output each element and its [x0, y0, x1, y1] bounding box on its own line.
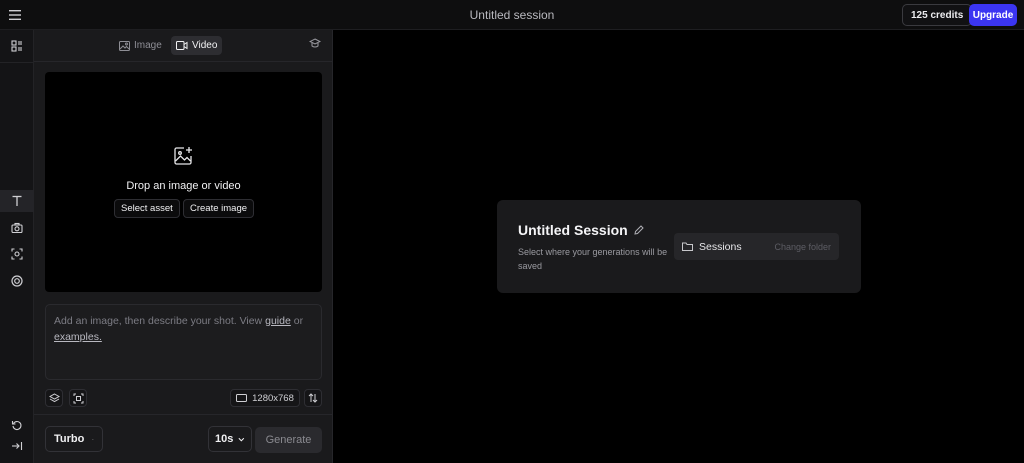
footer-divider: [34, 414, 333, 415]
session-card: Untitled Session Select where your gener…: [497, 200, 861, 293]
tab-image[interactable]: Image: [114, 36, 167, 55]
top-bar: Untitled session 125 credits Upgrade: [0, 0, 1024, 30]
tab-video-label: Video: [192, 40, 218, 51]
model-select[interactable]: Turbo: [45, 426, 103, 452]
generate-button[interactable]: Generate: [255, 427, 322, 453]
folder-selector[interactable]: Sessions Change folder: [674, 233, 839, 260]
session-subtitle: Select where your generations will be sa…: [518, 247, 668, 271]
drop-zone[interactable]: Drop an image or video Select asset Crea…: [45, 72, 322, 292]
camera-icon[interactable]: [0, 217, 34, 239]
resolution-button[interactable]: 1280x768: [230, 389, 300, 407]
select-asset-button[interactable]: Select asset: [114, 199, 180, 218]
session-card-title: Untitled Session: [518, 222, 644, 238]
undo-icon[interactable]: [0, 414, 34, 436]
examples-link[interactable]: examples.: [54, 331, 102, 343]
prompt-input[interactable]: Add an image, then describe your shot. V…: [45, 304, 322, 380]
prompt-or: or: [290, 315, 304, 327]
session-name: Untitled Session: [518, 222, 628, 238]
add-image-icon: [173, 146, 193, 169]
prompt-placeholder: Add an image, then describe your shot. V…: [54, 315, 266, 327]
chevron-down-icon: [92, 438, 94, 440]
mode-tabs: Image Video: [34, 30, 333, 62]
aspect-ratio-icon: [236, 394, 248, 402]
folder-icon: [682, 242, 693, 251]
duration-label: 10s: [215, 433, 234, 445]
swap-icon[interactable]: [304, 389, 322, 407]
rail-divider: [0, 62, 34, 63]
lifebuoy-icon[interactable]: [0, 270, 34, 292]
guide-link[interactable]: guide: [265, 315, 291, 327]
upgrade-button[interactable]: Upgrade: [969, 4, 1017, 26]
folder-name: Sessions: [699, 240, 742, 253]
duration-select[interactable]: 10s: [208, 426, 252, 452]
layers-icon[interactable]: [45, 389, 63, 407]
left-panel: Image Video Drop an image or video Selec…: [34, 30, 333, 463]
layout-icon[interactable]: [0, 35, 34, 57]
drop-label: Drop an image or video: [126, 180, 241, 192]
scan-icon[interactable]: [69, 389, 87, 407]
collapse-icon[interactable]: [0, 435, 34, 457]
tool-rail: [0, 30, 34, 463]
credits-button[interactable]: 125 credits: [902, 4, 973, 26]
graduation-cap-icon[interactable]: [308, 38, 322, 52]
chevron-down-icon: [238, 437, 245, 441]
tab-video[interactable]: Video: [171, 36, 223, 55]
focus-icon[interactable]: [0, 243, 34, 265]
text-tool-icon[interactable]: [0, 190, 34, 212]
pencil-icon[interactable]: [634, 225, 644, 235]
resolution-label: 1280x768: [252, 392, 294, 404]
model-label: Turbo: [54, 433, 85, 445]
session-title: Untitled session: [469, 8, 555, 22]
change-folder-button[interactable]: Change folder: [774, 242, 831, 252]
tab-image-label: Image: [134, 40, 162, 51]
create-image-button[interactable]: Create image: [183, 199, 255, 218]
